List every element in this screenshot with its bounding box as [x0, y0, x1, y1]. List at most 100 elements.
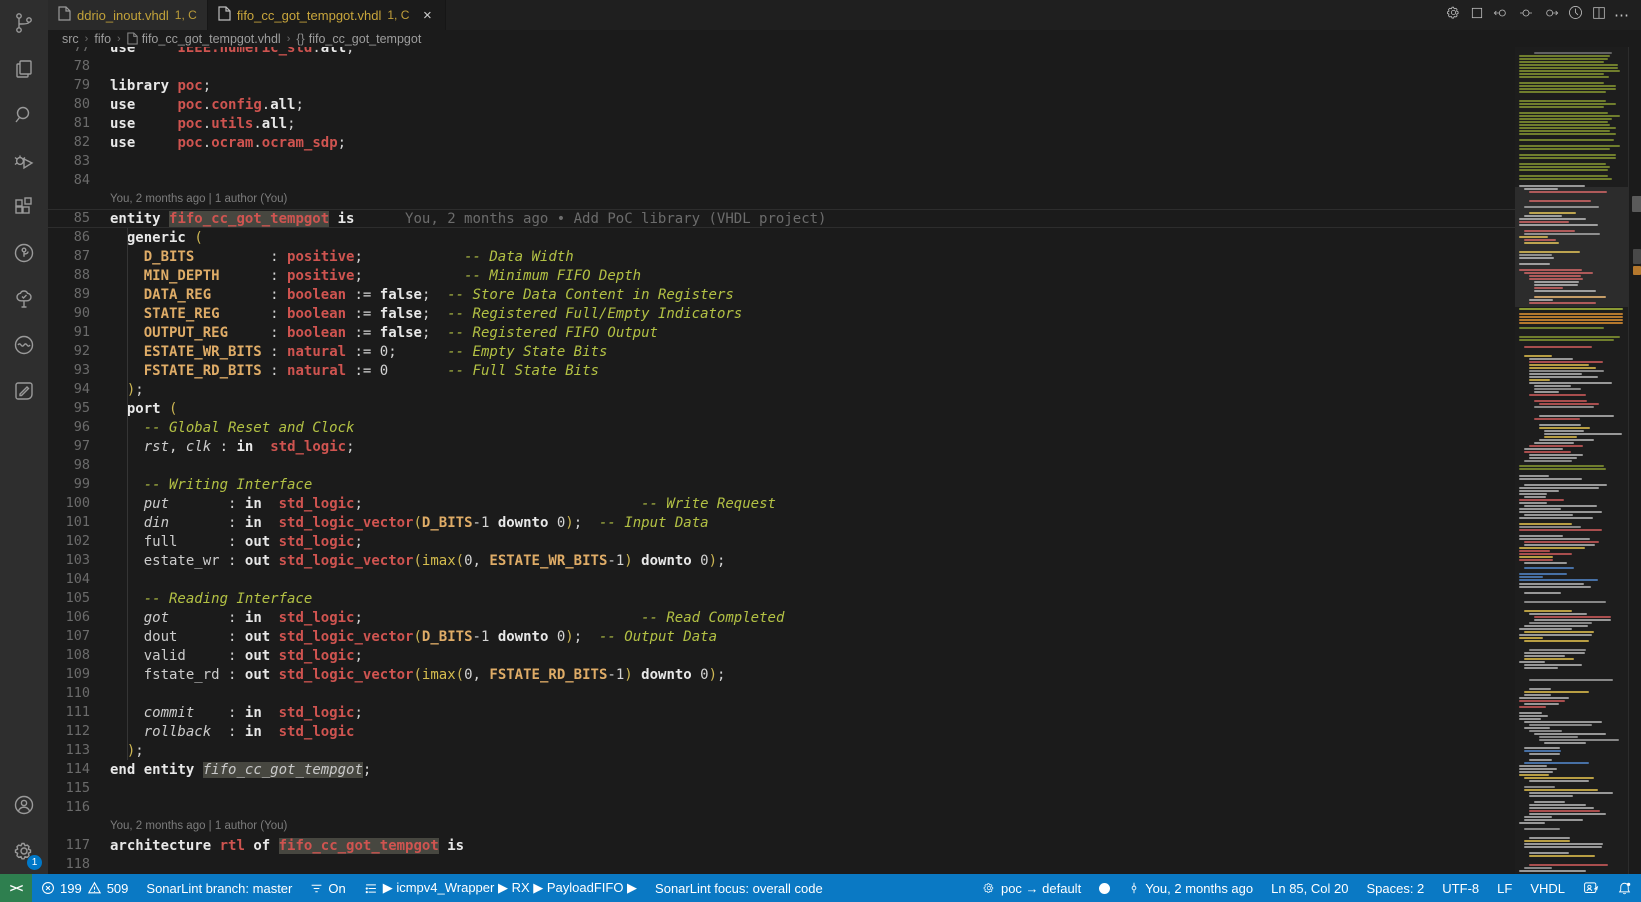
run-debug-icon[interactable] [0, 138, 48, 184]
error-icon [41, 881, 55, 895]
code-line-91[interactable]: 91 OUTPUT_REG : boolean := false; -- Reg… [48, 323, 1515, 342]
tab-fifo-cc-got-tempgot[interactable]: fifo_cc_got_tempgot.vhdl 1, C × [208, 0, 447, 30]
code-line-96[interactable]: 96 -- Global Reset and Clock [48, 418, 1515, 437]
sonarlint-branch-status[interactable]: SonarLint branch: master [137, 874, 301, 902]
more-actions-icon[interactable]: ⋯ [1614, 6, 1629, 24]
code-line-118[interactable]: 118 [48, 855, 1515, 874]
breadcrumb-item-src[interactable]: src [62, 32, 79, 46]
line-number: 82 [48, 133, 90, 152]
code-line-110[interactable]: 110 [48, 684, 1515, 703]
code-line-98[interactable]: 98 [48, 456, 1515, 475]
eol-status[interactable]: LF [1488, 874, 1521, 902]
gitlens-icon[interactable] [0, 230, 48, 276]
code-line-86[interactable]: 86 generic ( [48, 228, 1515, 247]
code-line-87[interactable]: 87 D_BITS : positive; -- Data Width [48, 247, 1515, 266]
code-line-84[interactable]: 84 [48, 171, 1515, 190]
tab-ddrio-inout[interactable]: ddrio_inout.vhdl 1, C [48, 0, 208, 30]
problems-status[interactable]: 199 509 [32, 874, 137, 902]
code-line-77[interactable]: 77use IEEE.numeric_std.all; [48, 47, 1515, 57]
code-line-89[interactable]: 89 DATA_REG : boolean := false; -- Store… [48, 285, 1515, 304]
code-line-80[interactable]: 80use poc.config.all; [48, 95, 1515, 114]
explorer-icon[interactable] [0, 46, 48, 92]
breadcrumb-item-file[interactable]: fifo_cc_got_tempgot.vhdl [142, 32, 281, 46]
code-line-92[interactable]: 92 ESTATE_WR_BITS : natural := 0; -- Emp… [48, 342, 1515, 361]
code-line-114[interactable]: 114end entity fifo_cc_got_tempgot; [48, 760, 1515, 779]
minimap[interactable] [1515, 47, 1628, 874]
open-changes-icon[interactable] [1469, 5, 1485, 26]
code-line-117[interactable]: 117architecture rtl of fifo_cc_got_tempg… [48, 836, 1515, 855]
code-line-82[interactable]: 82use poc.ocram.ocram_sdp; [48, 133, 1515, 152]
code-line-109[interactable]: 109 fstate_rd : out std_logic_vector(ima… [48, 665, 1515, 684]
code-line-103[interactable]: 103 estate_wr : out std_logic_vector(ima… [48, 551, 1515, 570]
line-number: 87 [48, 247, 90, 266]
code-line-113[interactable]: 113 ); [48, 741, 1515, 760]
git-blame-status[interactable]: You, 2 months ago [1119, 874, 1262, 902]
todo-tree-icon[interactable] [0, 276, 48, 322]
line-number: 112 [48, 722, 90, 741]
code-line-116[interactable]: 116 [48, 798, 1515, 817]
code-line-115[interactable]: 115 [48, 779, 1515, 798]
sonar-connected-dot[interactable] [1090, 874, 1119, 902]
code-line-85[interactable]: 85entity fifo_cc_got_tempgot is You, 2 m… [48, 209, 1515, 228]
code-line-101[interactable]: 101 din : in std_logic_vector(D_BITS-1 d… [48, 513, 1515, 532]
hierarchy-status[interactable]: ▶ icmpv4_Wrapper ▶ RX ▶ PayloadFIFO ▶ [355, 874, 646, 902]
notifications-bell-icon[interactable] [1608, 874, 1641, 902]
code-line-111[interactable]: 111 commit : in std_logic; [48, 703, 1515, 722]
account-icon[interactable] [0, 782, 48, 828]
indentation-status[interactable]: Spaces: 2 [1357, 874, 1433, 902]
filter-status[interactable]: On [301, 874, 354, 902]
code-line-88[interactable]: 88 MIN_DEPTH : positive; -- Minimum FIFO… [48, 266, 1515, 285]
nav-position-icon[interactable] [1517, 5, 1535, 26]
nav-forward-icon[interactable] [1542, 5, 1560, 26]
code-line-102[interactable]: 102 full : out std_logic; [48, 532, 1515, 551]
line-number: 113 [48, 741, 90, 760]
notebook-edit-icon[interactable] [0, 368, 48, 414]
settings-gear-icon[interactable]: 1 [0, 828, 48, 874]
code-line-106[interactable]: 106 got : in std_logic; -- Read Complete… [48, 608, 1515, 627]
split-editor-icon[interactable] [1591, 5, 1607, 26]
source-control-graph-icon[interactable] [0, 0, 48, 46]
sonarlint-icon[interactable] [0, 322, 48, 368]
code-editor[interactable]: 77use IEEE.numeric_std.all;7879library p… [48, 47, 1515, 874]
nav-back-icon[interactable] [1492, 5, 1510, 26]
codelens-annotation[interactable]: You, 2 months ago | 1 author (You) [48, 817, 1515, 836]
line-number: 91 [48, 323, 90, 342]
sonarlint-focus-status[interactable]: SonarLint focus: overall code [646, 874, 832, 902]
profile-status[interactable]: poc → default [973, 874, 1090, 902]
code-line-94[interactable]: 94 ); [48, 380, 1515, 399]
code-line-83[interactable]: 83 [48, 152, 1515, 171]
code-line-107[interactable]: 107 dout : out std_logic_vector(D_BITS-1… [48, 627, 1515, 646]
codelens-annotation[interactable]: You, 2 months ago | 1 author (You) [48, 190, 1515, 209]
code-line-112[interactable]: 112 rollback : in std_logic [48, 722, 1515, 741]
feedback-icon[interactable] [1574, 874, 1608, 902]
code-line-105[interactable]: 105 -- Reading Interface [48, 589, 1515, 608]
code-line-108[interactable]: 108 valid : out std_logic; [48, 646, 1515, 665]
close-icon[interactable]: × [419, 7, 435, 24]
tab-problem-badge: 1, C [387, 8, 409, 22]
breadcrumb-item-symbol[interactable]: fifo_cc_got_tempgot [309, 32, 422, 46]
status-bar: >< 199 509 SonarLint branch: master On ▶… [0, 874, 1641, 902]
code-line-95[interactable]: 95 port ( [48, 399, 1515, 418]
code-line-104[interactable]: 104 [48, 570, 1515, 589]
cursor-position-status[interactable]: Ln 85, Col 20 [1262, 874, 1357, 902]
language-mode-status[interactable]: VHDL [1521, 874, 1574, 902]
overview-ruler[interactable] [1628, 47, 1641, 874]
code-line-90[interactable]: 90 STATE_REG : boolean := false; -- Regi… [48, 304, 1515, 323]
extensions-icon[interactable] [0, 184, 48, 230]
encoding-status[interactable]: UTF-8 [1433, 874, 1488, 902]
settings-gear-icon[interactable] [1445, 4, 1462, 26]
line-number: 83 [48, 152, 90, 171]
code-line-100[interactable]: 100 put : in std_logic; -- Write Request [48, 494, 1515, 513]
search-icon[interactable] [0, 92, 48, 138]
ruler-decoration [1632, 196, 1641, 212]
breadcrumb-item-fifo[interactable]: fifo [94, 32, 111, 46]
code-line-97[interactable]: 97 rst, clk : in std_logic; [48, 437, 1515, 456]
code-line-99[interactable]: 99 -- Writing Interface [48, 475, 1515, 494]
timeline-icon[interactable] [1567, 4, 1584, 26]
remote-indicator[interactable]: >< [0, 874, 32, 902]
code-line-79[interactable]: 79library poc; [48, 76, 1515, 95]
code-line-81[interactable]: 81use poc.utils.all; [48, 114, 1515, 133]
code-line-78[interactable]: 78 [48, 57, 1515, 76]
code-line-93[interactable]: 93 FSTATE_RD_BITS : natural := 0 -- Full… [48, 361, 1515, 380]
minimap-slider[interactable] [1515, 187, 1628, 307]
